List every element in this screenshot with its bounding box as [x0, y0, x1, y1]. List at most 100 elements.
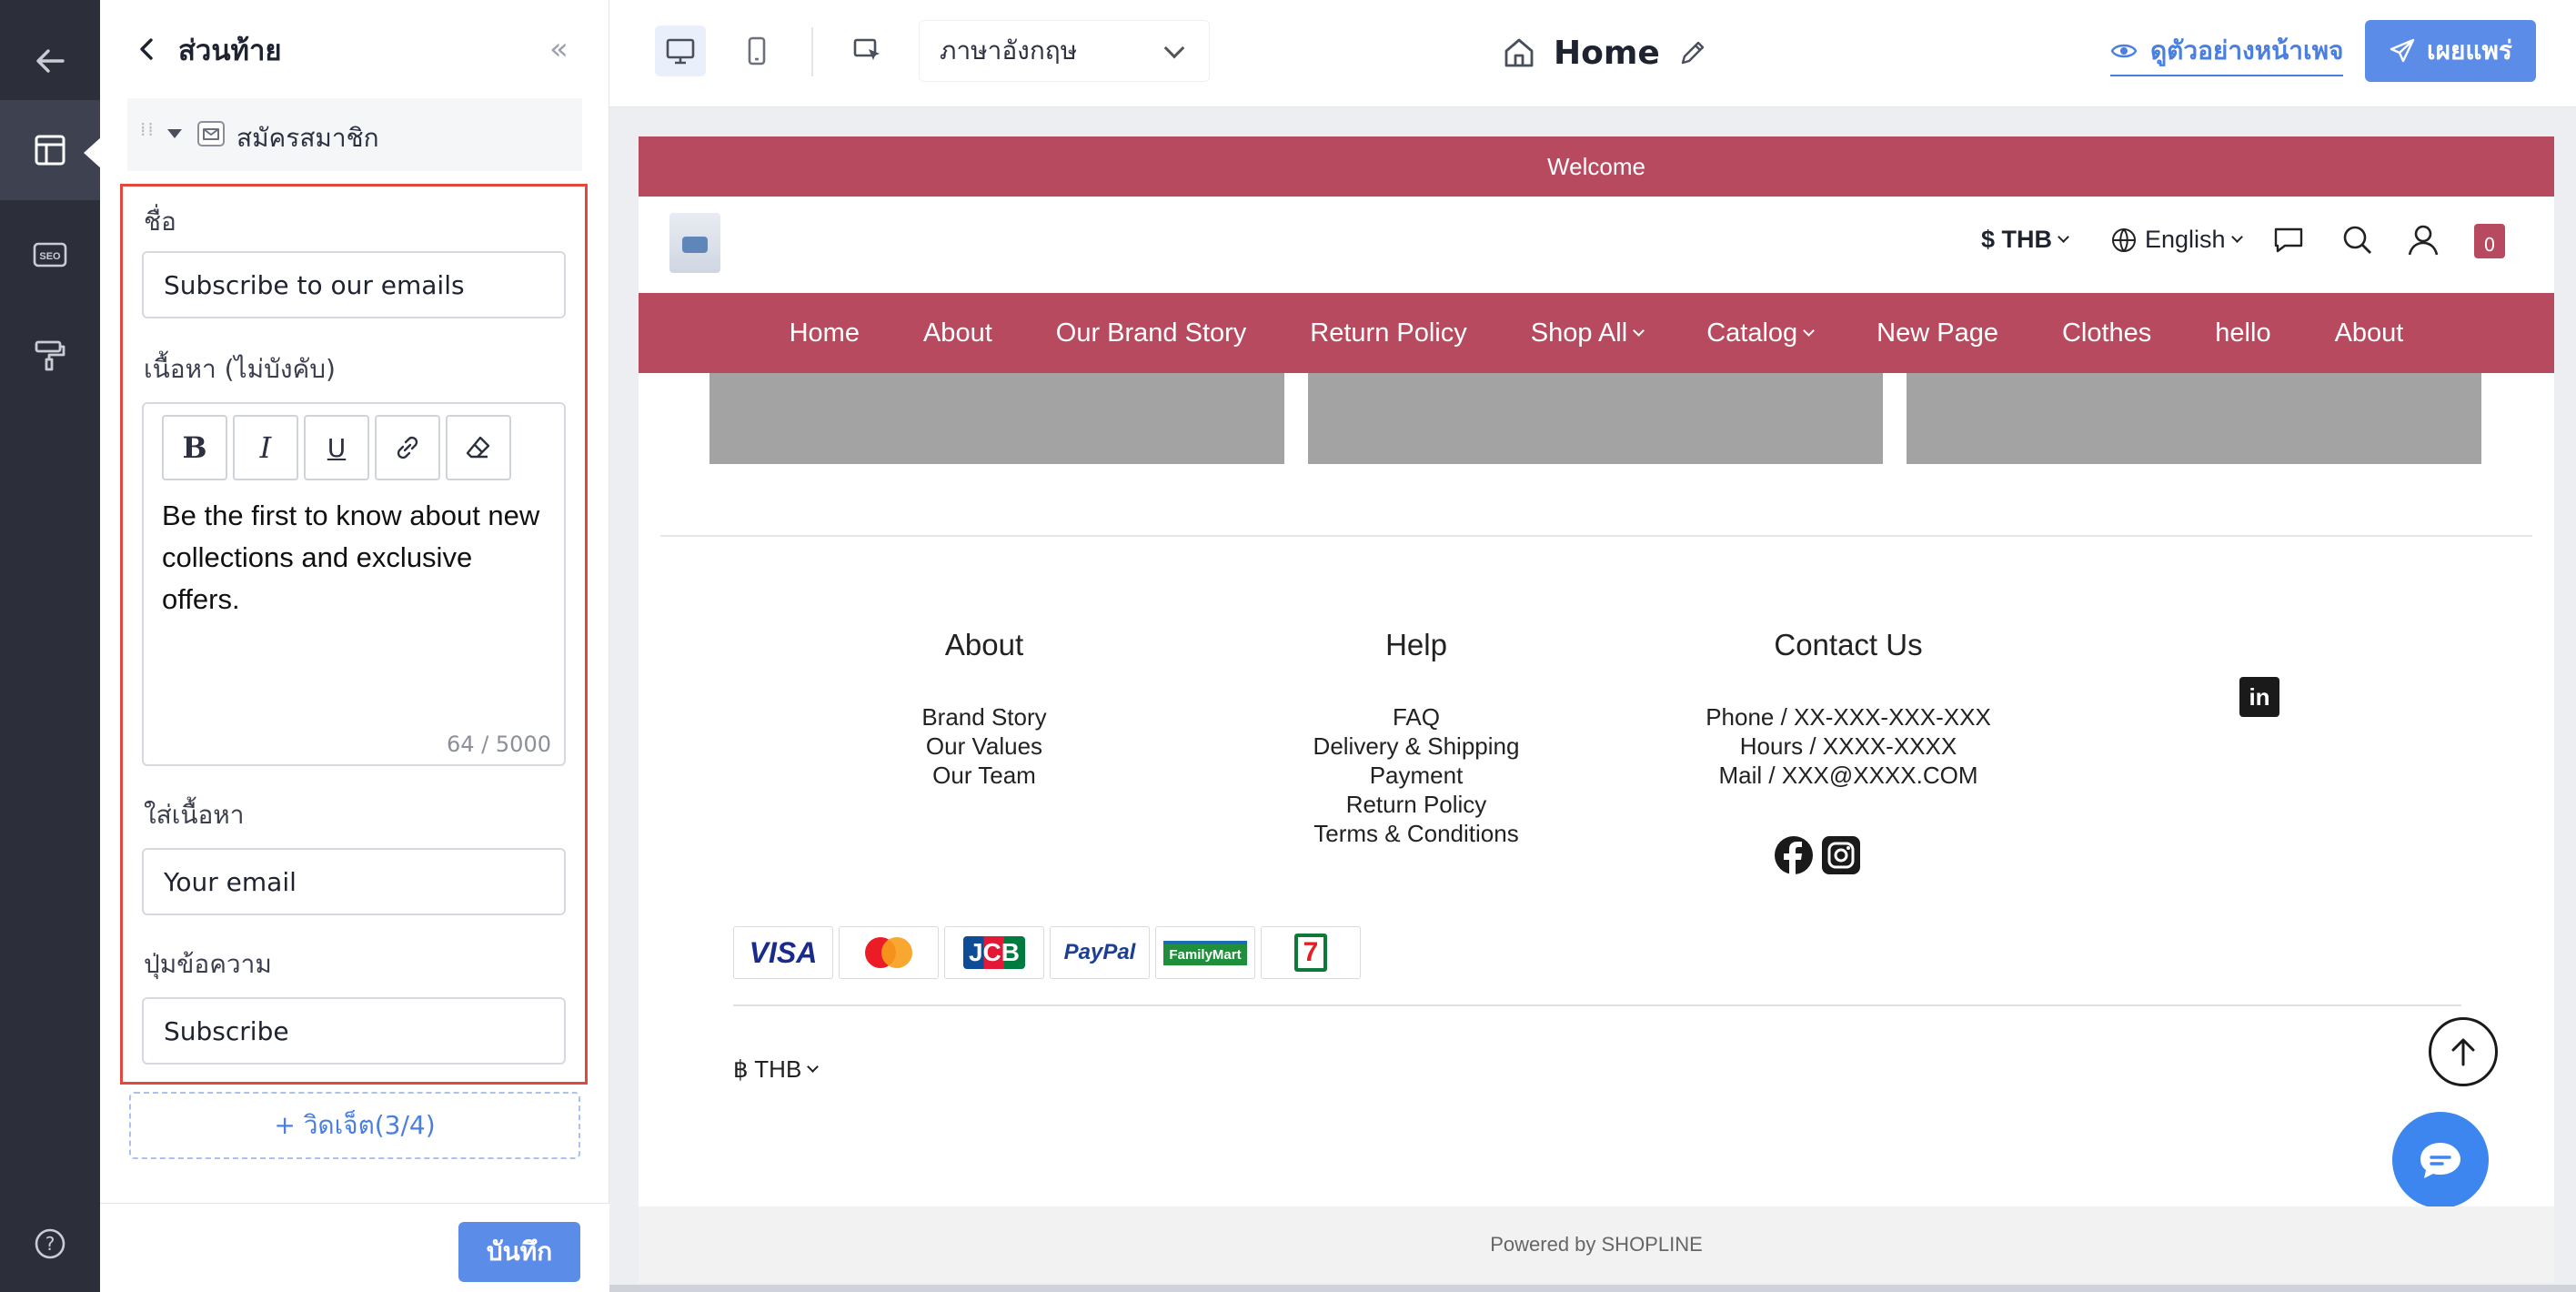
italic-button[interactable]: I	[233, 415, 298, 480]
select-element-button[interactable]	[842, 25, 893, 76]
nav-label: Our Brand Story	[1055, 318, 1247, 348]
footer-currency-selector[interactable]: ฿ THB	[733, 1055, 820, 1084]
collapse-panel-icon[interactable]: «	[549, 34, 569, 65]
pencil-icon[interactable]	[1676, 36, 1709, 69]
scroll-to-top-button[interactable]	[2429, 1017, 2498, 1086]
nav-label: New Page	[1877, 318, 1998, 348]
seven-eleven-icon: 7	[1261, 926, 1361, 979]
footer-link[interactable]: FAQ	[1266, 702, 1566, 732]
payment-methods: VISA JCB PayPal FamilyMart 7	[733, 926, 1361, 979]
seo-icon: SEO	[33, 242, 67, 267]
publish-button[interactable]: เผยแพร่	[2365, 20, 2536, 82]
nav-label: About	[922, 318, 992, 348]
content-editor[interactable]: B I U Be the first to know about new col…	[142, 402, 566, 766]
preview-page-link[interactable]: ดูตัวอย่างหน้าเพจ	[2110, 31, 2344, 76]
visa-icon: VISA	[733, 926, 833, 979]
link-button[interactable]	[375, 415, 440, 480]
panel-title: ส่วนท้าย	[178, 35, 282, 67]
cart-count: 0	[2483, 234, 2496, 256]
linkedin-icon[interactable]: in	[2239, 677, 2279, 717]
help-button[interactable]: ?	[0, 1194, 100, 1292]
home-icon	[1504, 38, 1534, 67]
user-icon[interactable]	[2405, 222, 2441, 258]
panel-header: ส่วนท้าย «	[100, 0, 609, 98]
button-text-input[interactable]: Subscribe	[142, 997, 566, 1065]
footer-link[interactable]: Brand Story	[857, 702, 1112, 732]
placeholder-label: ใส่เนื้อหา	[144, 800, 245, 830]
image-placeholder	[1907, 373, 2481, 464]
live-chat-button[interactable]	[2392, 1112, 2489, 1208]
main-nav: Home About Our Brand Story Return Policy…	[639, 293, 2554, 373]
footer-contact: Contact Us Phone / XX-XXX-XXX-XXX Hours …	[1675, 628, 2021, 790]
section-divider	[660, 535, 2532, 537]
rail-item-seo[interactable]: SEO	[0, 205, 100, 305]
back-arrow-icon	[36, 49, 65, 73]
language-select[interactable]: ภาษาอังกฤษ	[919, 20, 1210, 82]
chevron-left-icon[interactable]	[133, 33, 160, 66]
send-icon	[2390, 38, 2415, 63]
nav-item-hello[interactable]: hello	[2215, 318, 2270, 348]
paypal-icon: PayPal	[1050, 926, 1150, 979]
content-text[interactable]: Be the first to know about new collectio…	[162, 495, 553, 621]
currency-selector[interactable]: $ THB	[1981, 226, 2069, 254]
add-widget-button[interactable]: + วิดเจ็ต(3/4)	[129, 1092, 580, 1159]
nav-item-catalog[interactable]: Catalog	[1706, 318, 1816, 348]
instagram-icon[interactable]	[1821, 835, 1861, 875]
rail-active-notch	[84, 136, 102, 169]
tree-item-subscribe[interactable]: ⁞⁞ สมัครสมาชิก	[127, 98, 582, 171]
underline-button[interactable]: U	[304, 415, 369, 480]
nav-item-about[interactable]: About	[923, 318, 992, 348]
caret-down-icon[interactable]	[167, 129, 182, 138]
desktop-icon	[666, 38, 695, 65]
language-select-value: ภาษาอังกฤษ	[940, 35, 1078, 66]
facebook-icon[interactable]	[1774, 835, 1814, 875]
powered-by-footer: Powered by SHOPLINE	[639, 1206, 2554, 1283]
footer-divider	[733, 1004, 2461, 1006]
footer-link[interactable]: Payment	[1266, 761, 1566, 790]
nav-label: Shop All	[1530, 318, 1628, 348]
placeholder-input[interactable]: Your email	[142, 848, 566, 915]
settings-panel: ส่วนท้าย « ⁞⁞ สมัครสมาชิก ชื่อ Subscribe…	[100, 0, 609, 1292]
save-button[interactable]: บันทึก	[458, 1222, 580, 1282]
bold-button[interactable]: B	[162, 415, 227, 480]
back-button[interactable]	[0, 11, 100, 111]
nav-label: hello	[2215, 318, 2271, 348]
footer-link[interactable]: Our Team	[857, 761, 1112, 790]
nav-item-return-policy[interactable]: Return Policy	[1310, 318, 1466, 348]
familymart-label: FamilyMart	[1163, 940, 1247, 965]
drag-handle-icon[interactable]: ⁞⁞	[140, 120, 154, 146]
publish-label: เผยแพร่	[2427, 35, 2512, 66]
nav-item-shop-all[interactable]: Shop All	[1530, 318, 1645, 348]
svg-text:?: ?	[45, 1233, 55, 1255]
link-icon	[397, 436, 418, 459]
seven-eleven-label: 7	[1293, 934, 1328, 972]
chevron-down-icon	[1633, 324, 1645, 337]
site-header: $ THB English 0	[639, 197, 2554, 293]
search-icon[interactable]	[2340, 222, 2376, 258]
footer-about: About Brand Story Our Values Our Team	[857, 628, 1112, 790]
nav-item-clothes[interactable]: Clothes	[2062, 318, 2151, 348]
footer-link[interactable]: Terms & Conditions	[1266, 819, 1566, 848]
chat-icon[interactable]	[2270, 222, 2307, 258]
preview-label: ดูตัวอย่างหน้าเพจ	[2150, 35, 2344, 66]
clear-format-button[interactable]	[446, 415, 511, 480]
name-input[interactable]: Subscribe to our emails	[142, 251, 566, 318]
mobile-view-button[interactable]	[731, 25, 782, 76]
cart-icon[interactable]: 0	[2474, 224, 2505, 258]
nav-item-home[interactable]: Home	[790, 318, 860, 348]
editor-rail: SEO ?	[0, 0, 102, 1292]
language-selector[interactable]: English	[2110, 226, 2243, 254]
footer-link[interactable]: Delivery & Shipping	[1266, 732, 1566, 761]
rail-item-theme[interactable]	[0, 305, 100, 405]
nav-item-about-2[interactable]: About	[2335, 318, 2404, 348]
desktop-view-button[interactable]	[655, 25, 706, 76]
mail-icon	[197, 121, 225, 146]
nav-item-brand-story[interactable]: Our Brand Story	[1056, 318, 1247, 348]
footer-link[interactable]: Our Values	[857, 732, 1112, 761]
store-logo[interactable]	[669, 213, 720, 273]
globe-icon	[2112, 227, 2136, 252]
nav-item-new-page[interactable]: New Page	[1877, 318, 1998, 348]
chevron-down-icon	[2230, 231, 2243, 243]
footer-link[interactable]: Return Policy	[1266, 790, 1566, 819]
mobile-icon	[748, 36, 766, 66]
